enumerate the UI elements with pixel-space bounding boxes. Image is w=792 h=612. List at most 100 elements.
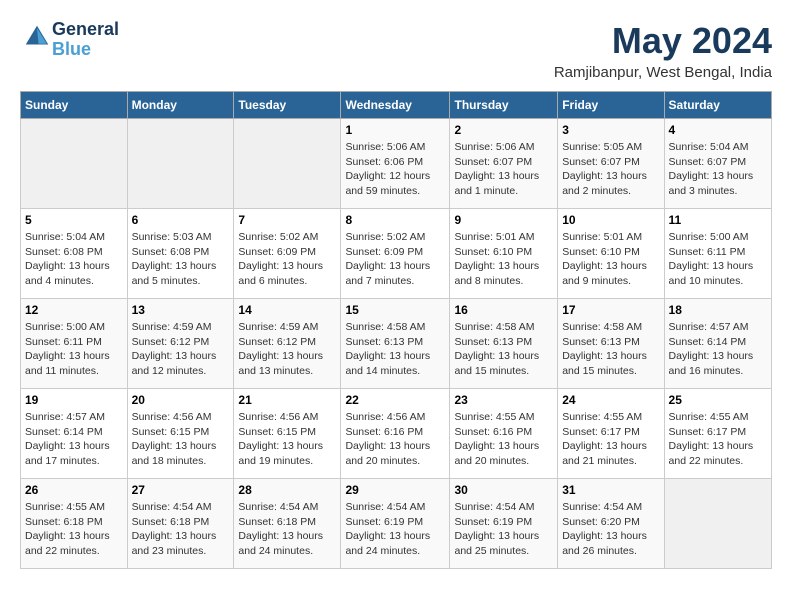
- day-number: 26: [25, 483, 123, 497]
- weekday-header-saturday: Saturday: [664, 92, 771, 119]
- calendar-cell: 30Sunrise: 4:54 AM Sunset: 6:19 PM Dayli…: [450, 479, 558, 569]
- day-number: 10: [562, 213, 659, 227]
- week-row-4: 19 Sunrise: 4:57 AM Sunset: 6:14 PM Dayli…: [21, 389, 772, 479]
- day-info: Sunrise: 4:56 AM Sunset: 6:15 PM Dayligh…: [132, 410, 230, 469]
- day-number: 3: [562, 123, 659, 137]
- calendar-cell: 9Sunrise: 5:01 AM Sunset: 6:10 PM Daylig…: [450, 209, 558, 299]
- calendar-cell: 20 Sunrise: 4:56 AM Sunset: 6:15 PM Dayli…: [127, 389, 234, 479]
- day-info: Sunrise: 5:06 AM Sunset: 6:07 PM Dayligh…: [454, 140, 553, 199]
- month-title: May 2024: [554, 20, 772, 62]
- calendar-cell: [664, 479, 771, 569]
- weekday-header-wednesday: Wednesday: [341, 92, 450, 119]
- calendar-cell: 3 Sunrise: 5:05 AM Sunset: 6:07 PM Daylig…: [558, 119, 664, 209]
- calendar-cell: 29 Sunrise: 4:54 AM Sunset: 6:19 PM Dayli…: [341, 479, 450, 569]
- weekday-header-monday: Monday: [127, 92, 234, 119]
- calendar-body: 1 Sunrise: 5:06 AM Sunset: 6:06 PM Daylig…: [21, 119, 772, 569]
- day-info: Sunrise: 5:01 AM Sunset: 6:10 PM Dayligh…: [562, 230, 659, 289]
- calendar-cell: 27Sunrise: 4:54 AM Sunset: 6:18 PM Dayli…: [127, 479, 234, 569]
- day-info: Sunrise: 4:57 AM Sunset: 6:14 PM Dayligh…: [669, 320, 767, 379]
- day-number: 13: [132, 303, 230, 317]
- title-block: May 2024 Ramjibanpur, West Bengal, India: [554, 20, 772, 81]
- calendar-cell: 11 Sunrise: 5:00 AM Sunset: 6:11 PM Dayli…: [664, 209, 771, 299]
- calendar-cell: 15 Sunrise: 4:58 AM Sunset: 6:13 PM Dayli…: [341, 299, 450, 389]
- day-number: 28: [238, 483, 336, 497]
- calendar-cell: 23 Sunrise: 4:55 AM Sunset: 6:16 PM Dayli…: [450, 389, 558, 479]
- calendar-cell: 28 Sunrise: 4:54 AM Sunset: 6:18 PM Dayli…: [234, 479, 341, 569]
- location: Ramjibanpur, West Bengal, India: [554, 64, 772, 81]
- day-number: 7: [238, 213, 336, 227]
- day-number: 25: [669, 393, 767, 407]
- day-info: Sunrise: 4:55 AM Sunset: 6:16 PM Dayligh…: [454, 410, 553, 469]
- day-number: 15: [345, 303, 445, 317]
- calendar-header: SundayMondayTuesdayWednesdayThursdayFrid…: [21, 92, 772, 119]
- day-number: 29: [345, 483, 445, 497]
- day-info: Sunrise: 4:58 AM Sunset: 6:13 PM Dayligh…: [562, 320, 659, 379]
- calendar-cell: [127, 119, 234, 209]
- day-info: Sunrise: 4:57 AM Sunset: 6:14 PM Dayligh…: [25, 410, 123, 469]
- day-info: Sunrise: 4:54 AM Sunset: 6:18 PM Dayligh…: [238, 500, 336, 559]
- day-number: 22: [345, 393, 445, 407]
- day-number: 17: [562, 303, 659, 317]
- calendar-cell: 22Sunrise: 4:56 AM Sunset: 6:16 PM Dayli…: [341, 389, 450, 479]
- page-header: General Blue May 2024 Ramjibanpur, West …: [20, 20, 772, 81]
- weekday-header-sunday: Sunday: [21, 92, 128, 119]
- logo: General Blue: [20, 20, 119, 60]
- calendar-cell: [234, 119, 341, 209]
- day-info: Sunrise: 5:03 AM Sunset: 6:08 PM Dayligh…: [132, 230, 230, 289]
- calendar-cell: 5Sunrise: 5:04 AM Sunset: 6:08 PM Daylig…: [21, 209, 128, 299]
- calendar-cell: 8Sunrise: 5:02 AM Sunset: 6:09 PM Daylig…: [341, 209, 450, 299]
- day-number: 30: [454, 483, 553, 497]
- day-number: 11: [669, 213, 767, 227]
- calendar-cell: 19 Sunrise: 4:57 AM Sunset: 6:14 PM Dayli…: [21, 389, 128, 479]
- day-number: 12: [25, 303, 123, 317]
- day-number: 18: [669, 303, 767, 317]
- day-info: Sunrise: 4:58 AM Sunset: 6:13 PM Dayligh…: [454, 320, 553, 379]
- day-info: Sunrise: 5:06 AM Sunset: 6:06 PM Dayligh…: [345, 140, 445, 199]
- calendar-cell: 17 Sunrise: 4:58 AM Sunset: 6:13 PM Dayli…: [558, 299, 664, 389]
- calendar-cell: 14Sunrise: 4:59 AM Sunset: 6:12 PM Dayli…: [234, 299, 341, 389]
- calendar-cell: 4 Sunrise: 5:04 AM Sunset: 6:07 PM Daylig…: [664, 119, 771, 209]
- day-info: Sunrise: 4:55 AM Sunset: 6:17 PM Dayligh…: [669, 410, 767, 469]
- calendar-cell: 25 Sunrise: 4:55 AM Sunset: 6:17 PM Dayli…: [664, 389, 771, 479]
- calendar-cell: [21, 119, 128, 209]
- day-number: 20: [132, 393, 230, 407]
- day-info: Sunrise: 4:55 AM Sunset: 6:18 PM Dayligh…: [25, 500, 123, 559]
- weekday-header-row: SundayMondayTuesdayWednesdayThursdayFrid…: [21, 92, 772, 119]
- day-number: 2: [454, 123, 553, 137]
- day-number: 1: [345, 123, 445, 137]
- calendar-cell: 10 Sunrise: 5:01 AM Sunset: 6:10 PM Dayli…: [558, 209, 664, 299]
- day-info: Sunrise: 4:54 AM Sunset: 6:20 PM Dayligh…: [562, 500, 659, 559]
- day-number: 23: [454, 393, 553, 407]
- day-info: Sunrise: 4:54 AM Sunset: 6:19 PM Dayligh…: [345, 500, 445, 559]
- day-number: 19: [25, 393, 123, 407]
- calendar-cell: 1 Sunrise: 5:06 AM Sunset: 6:06 PM Daylig…: [341, 119, 450, 209]
- calendar-cell: 24 Sunrise: 4:55 AM Sunset: 6:17 PM Dayli…: [558, 389, 664, 479]
- day-info: Sunrise: 5:00 AM Sunset: 6:11 PM Dayligh…: [669, 230, 767, 289]
- week-row-1: 1 Sunrise: 5:06 AM Sunset: 6:06 PM Daylig…: [21, 119, 772, 209]
- calendar-cell: 7 Sunrise: 5:02 AM Sunset: 6:09 PM Daylig…: [234, 209, 341, 299]
- calendar-cell: 18 Sunrise: 4:57 AM Sunset: 6:14 PM Dayli…: [664, 299, 771, 389]
- day-info: Sunrise: 5:02 AM Sunset: 6:09 PM Dayligh…: [345, 230, 445, 289]
- logo-text: General Blue: [52, 20, 119, 60]
- day-number: 27: [132, 483, 230, 497]
- calendar-cell: 6Sunrise: 5:03 AM Sunset: 6:08 PM Daylig…: [127, 209, 234, 299]
- logo-icon: [22, 22, 52, 52]
- day-info: Sunrise: 5:00 AM Sunset: 6:11 PM Dayligh…: [25, 320, 123, 379]
- day-info: Sunrise: 4:58 AM Sunset: 6:13 PM Dayligh…: [345, 320, 445, 379]
- day-info: Sunrise: 4:55 AM Sunset: 6:17 PM Dayligh…: [562, 410, 659, 469]
- day-info: Sunrise: 5:02 AM Sunset: 6:09 PM Dayligh…: [238, 230, 336, 289]
- day-number: 24: [562, 393, 659, 407]
- day-info: Sunrise: 5:05 AM Sunset: 6:07 PM Dayligh…: [562, 140, 659, 199]
- calendar-table: SundayMondayTuesdayWednesdayThursdayFrid…: [20, 91, 772, 569]
- day-info: Sunrise: 4:59 AM Sunset: 6:12 PM Dayligh…: [238, 320, 336, 379]
- day-info: Sunrise: 5:04 AM Sunset: 6:08 PM Dayligh…: [25, 230, 123, 289]
- calendar-cell: 26 Sunrise: 4:55 AM Sunset: 6:18 PM Dayli…: [21, 479, 128, 569]
- day-number: 9: [454, 213, 553, 227]
- day-number: 16: [454, 303, 553, 317]
- weekday-header-tuesday: Tuesday: [234, 92, 341, 119]
- day-info: Sunrise: 5:04 AM Sunset: 6:07 PM Dayligh…: [669, 140, 767, 199]
- calendar-cell: 31Sunrise: 4:54 AM Sunset: 6:20 PM Dayli…: [558, 479, 664, 569]
- day-info: Sunrise: 4:56 AM Sunset: 6:15 PM Dayligh…: [238, 410, 336, 469]
- day-info: Sunrise: 4:59 AM Sunset: 6:12 PM Dayligh…: [132, 320, 230, 379]
- day-number: 4: [669, 123, 767, 137]
